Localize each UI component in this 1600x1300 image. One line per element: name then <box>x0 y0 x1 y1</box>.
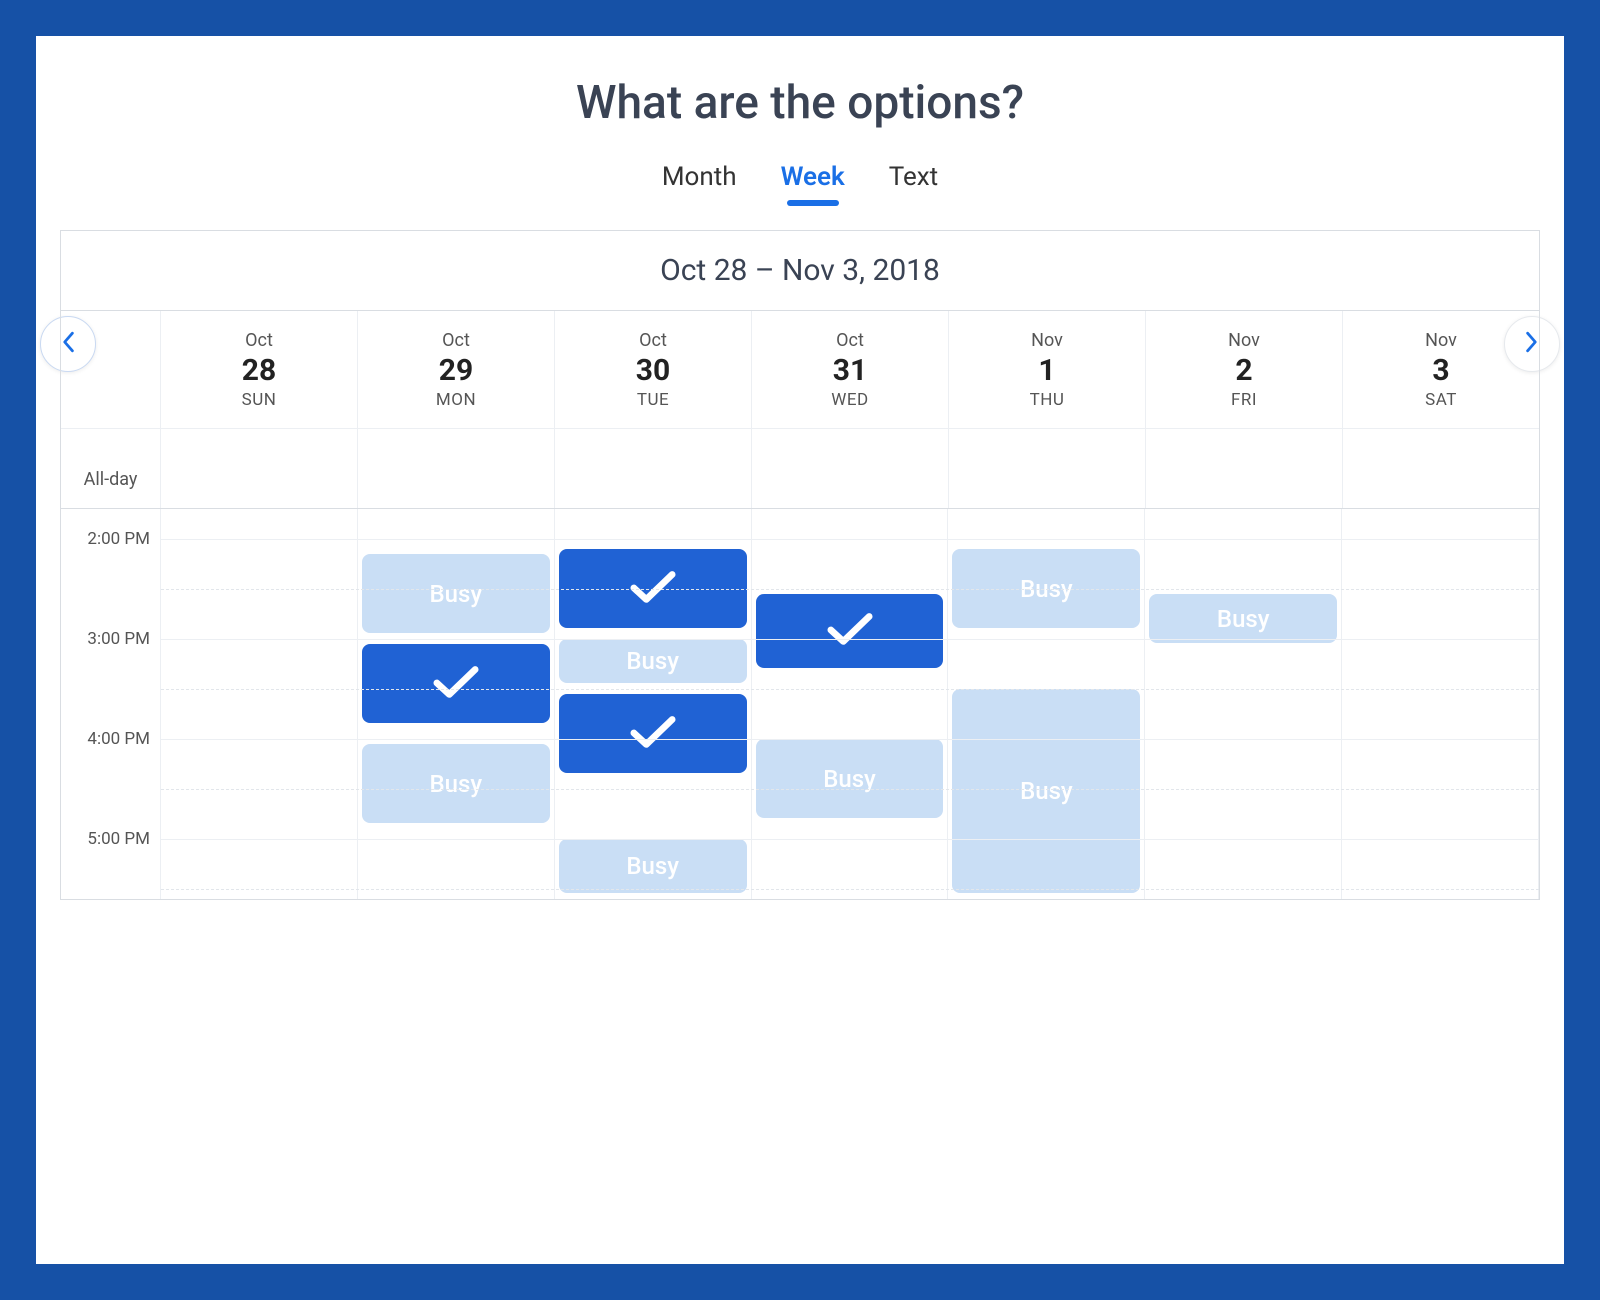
day-header-mon[interactable]: Oct 29 MON <box>358 311 555 428</box>
allday-cell[interactable] <box>555 429 752 508</box>
slot-col-tue[interactable]: Busy Busy <box>555 509 752 899</box>
checkmark-icon <box>630 713 676 755</box>
confirmed-slot[interactable] <box>559 549 747 628</box>
day-header-row: Oct 28 SUN Oct 29 MON Oct 30 TUE Oct 31 … <box>61 311 1539 429</box>
calendar-grid: Oct 28 SUN Oct 29 MON Oct 30 TUE Oct 31 … <box>60 310 1540 900</box>
time-gutter: 2:00 PM 3:00 PM 4:00 PM 5:00 PM <box>61 509 161 899</box>
slot-col-fri[interactable]: Busy <box>1145 509 1342 899</box>
week-range-label: Oct 28 – Nov 3, 2018 <box>61 253 1539 288</box>
checkmark-icon <box>433 663 479 705</box>
day-header-tue[interactable]: Oct 30 TUE <box>555 311 752 428</box>
day-header-thu[interactable]: Nov 1 THU <box>949 311 1146 428</box>
page-title: What are the options? <box>60 76 1540 130</box>
allday-cell[interactable] <box>949 429 1146 508</box>
busy-slot[interactable]: Busy <box>362 744 550 823</box>
confirmed-slot[interactable] <box>756 594 944 668</box>
confirmed-slot[interactable] <box>362 644 550 723</box>
slot-col-sat[interactable] <box>1342 509 1539 899</box>
slot-col-wed[interactable]: Busy <box>752 509 949 899</box>
slot-col-mon[interactable]: Busy Busy <box>358 509 555 899</box>
day-header-sat[interactable]: Nov 3 SAT <box>1343 311 1539 428</box>
busy-slot[interactable]: Busy <box>362 554 550 633</box>
day-header-sun[interactable]: Oct 28 SUN <box>161 311 358 428</box>
tab-week[interactable]: Week <box>781 162 845 202</box>
allday-cell[interactable] <box>358 429 555 508</box>
day-header-fri[interactable]: Nov 2 FRI <box>1146 311 1343 428</box>
tab-text[interactable]: Text <box>889 162 938 202</box>
day-header-wed[interactable]: Oct 31 WED <box>752 311 949 428</box>
tab-month[interactable]: Month <box>662 162 737 202</box>
time-label: 3:00 PM <box>87 629 150 649</box>
busy-slot[interactable]: Busy <box>1149 594 1337 643</box>
slot-col-sun[interactable] <box>161 509 358 899</box>
busy-slot[interactable]: Busy <box>952 689 1140 893</box>
busy-slot[interactable]: Busy <box>952 549 1140 628</box>
allday-row: All-day <box>61 429 1539 509</box>
busy-slot[interactable]: Busy <box>756 739 944 818</box>
time-label: 5:00 PM <box>87 829 150 849</box>
checkmark-icon <box>827 610 873 652</box>
time-label: 4:00 PM <box>87 729 150 749</box>
days-area: BusyBusy BusyBusy Busy BusyBusy Busy <box>161 509 1539 899</box>
allday-cell[interactable] <box>1343 429 1539 508</box>
busy-slot[interactable]: Busy <box>559 639 747 683</box>
checkmark-icon <box>630 568 676 610</box>
time-gutter-header <box>61 311 161 428</box>
allday-cell[interactable] <box>752 429 949 508</box>
allday-cell[interactable] <box>1146 429 1343 508</box>
view-tabs: Month Week Text <box>60 162 1540 202</box>
slot-col-thu[interactable]: Busy Busy <box>948 509 1145 899</box>
time-label: 2:00 PM <box>87 529 150 549</box>
timed-area: 2:00 PM3:00 PM4:00 PM5:00 PM BusyBusy Bu… <box>61 509 1539 899</box>
busy-slot[interactable]: Busy <box>559 839 747 893</box>
allday-cell[interactable] <box>161 429 358 508</box>
scheduling-panel: What are the options? Month Week Text Oc… <box>36 36 1564 1264</box>
allday-label: All-day <box>61 429 161 508</box>
week-range-header: Oct 28 – Nov 3, 2018 <box>60 230 1540 310</box>
confirmed-slot[interactable] <box>559 694 747 773</box>
